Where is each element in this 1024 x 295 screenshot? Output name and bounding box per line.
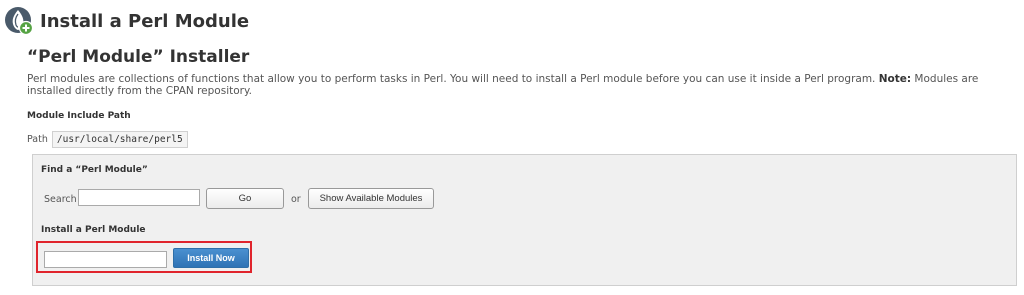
installer-title: “Perl Module” Installer <box>27 47 250 67</box>
perl-onion-add-icon <box>4 6 34 36</box>
go-button[interactable]: Go <box>206 188 284 209</box>
search-label: Search <box>44 194 77 205</box>
include-path-heading: Module Include Path <box>27 111 131 121</box>
page-header: Install a Perl Module <box>4 6 249 36</box>
description-text: Perl modules are collections of function… <box>27 73 876 85</box>
find-module-heading: Find a “Perl Module” <box>41 165 148 175</box>
install-highlight-box: Install Now <box>36 241 252 273</box>
search-input[interactable] <box>78 189 200 206</box>
module-panel: Find a “Perl Module” Search Go or Show A… <box>32 154 1017 286</box>
install-now-button[interactable]: Install Now <box>173 248 249 268</box>
or-text: or <box>291 194 301 205</box>
path-value: /usr/local/share/perl5 <box>51 131 188 148</box>
installer-description: Perl modules are collections of function… <box>27 73 1017 97</box>
page-title: Install a Perl Module <box>40 10 250 32</box>
note-label: Note: <box>878 73 912 85</box>
path-label: Path <box>27 134 48 145</box>
include-path-row: Path /usr/local/share/perl5 <box>27 131 188 148</box>
module-name-input[interactable] <box>44 251 167 268</box>
show-available-modules-button[interactable]: Show Available Modules <box>308 188 434 209</box>
install-module-heading: Install a Perl Module <box>41 225 146 235</box>
